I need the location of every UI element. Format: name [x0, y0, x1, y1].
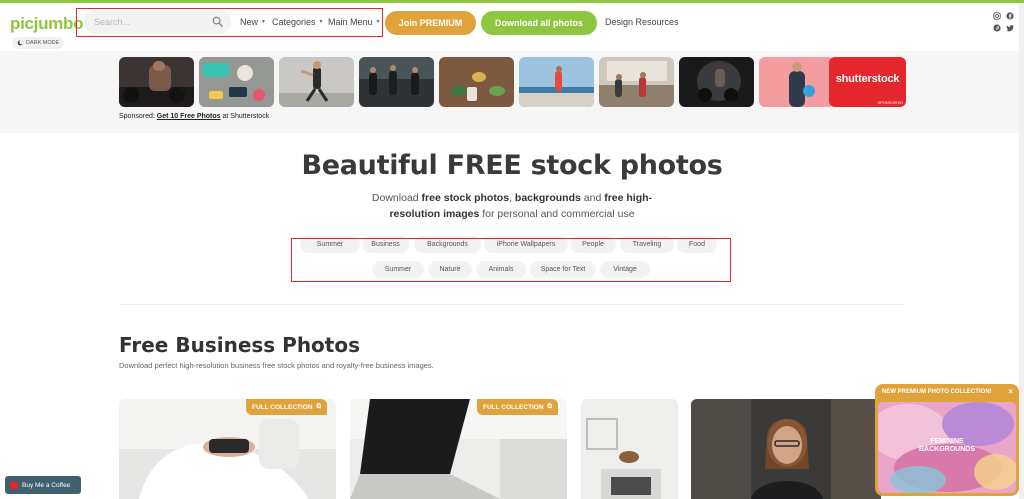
sponsored-thumb[interactable] — [439, 57, 514, 107]
section-subtitle: Download perfect high-resolution busines… — [119, 361, 434, 370]
section-divider — [119, 304, 905, 305]
tag-food[interactable]: Food — [677, 236, 717, 253]
nav-new-label: New — [240, 17, 259, 27]
caret-down-icon: ▼ — [375, 19, 381, 25]
tag-vintage[interactable]: Vintage — [600, 261, 650, 278]
sponsored-thumb[interactable] — [199, 57, 274, 107]
dark-mode-toggle[interactable]: DARK MODE — [12, 37, 65, 49]
pinterest-icon[interactable] — [993, 24, 1001, 32]
sponsored-prefix: Sponsored: — [119, 113, 155, 120]
shutterstock-logo: shutterstock — [835, 73, 900, 85]
search-input[interactable] — [94, 14, 204, 30]
full-collection-badge[interactable]: FULL COLLECTION ⧉ — [246, 399, 328, 415]
caret-down-icon: ▼ — [318, 19, 324, 25]
hero-sub-text: and — [580, 192, 605, 204]
sponsored-link[interactable]: Get 10 Free Photos — [157, 113, 221, 120]
nav-main-menu-label: Main Menu — [328, 17, 373, 27]
coffee-cup-icon — [10, 481, 18, 489]
hero-sub-emphasis: free stock photos — [421, 192, 510, 204]
badge-label: FULL COLLECTION — [483, 403, 544, 411]
search-icon[interactable] — [212, 16, 223, 27]
page-scrollbar[interactable] — [1019, 3, 1024, 499]
section-title: Free Business Photos — [119, 333, 360, 357]
shutterstock-ad[interactable]: shutterstock SPONSORED — [829, 57, 906, 107]
sponsored-suffix: at Shutterstock — [222, 113, 270, 120]
badge-label: FULL COLLECTION — [252, 403, 313, 411]
photo-card[interactable] — [691, 399, 881, 499]
design-resources-link[interactable]: Design Resources — [605, 17, 679, 27]
instagram-icon[interactable] — [993, 12, 1001, 20]
tag-animals[interactable]: Animals — [476, 261, 526, 278]
tag-summer[interactable]: Summer — [300, 236, 360, 253]
tag-traveling[interactable]: Traveling — [620, 236, 674, 253]
photo-card[interactable] — [581, 399, 678, 499]
nav-categories[interactable]: Categories ▼ — [272, 17, 323, 27]
nav-new[interactable]: New ▼ — [240, 17, 266, 27]
tag-backgrounds[interactable]: Backgrounds — [414, 236, 481, 253]
close-icon[interactable]: × — [1008, 387, 1013, 396]
hero-subtitle: Download free stock photos, backgrounds … — [362, 190, 662, 222]
moon-icon — [17, 40, 23, 46]
tag-nature[interactable]: Nature — [428, 261, 472, 278]
sponsored-thumb[interactable] — [119, 57, 194, 107]
nav-main-menu[interactable]: Main Menu ▼ — [328, 17, 380, 27]
facebook-icon[interactable] — [1006, 12, 1014, 20]
sponsored-thumb[interactable] — [519, 57, 594, 107]
tag-summer[interactable]: Summer — [372, 261, 424, 278]
coffee-label: Buy Me a Coffee — [22, 481, 71, 489]
sponsored-tag: SPONSORED — [877, 100, 903, 105]
hero-sub-text: for personal and commercial use — [479, 208, 635, 220]
external-link-icon: ⧉ — [547, 403, 553, 410]
caret-down-icon: ▼ — [261, 19, 266, 25]
hero-sub-text: Download — [371, 192, 422, 204]
full-collection-badge[interactable]: FULL COLLECTION ⧉ — [477, 399, 559, 415]
popup-art-text: FEMININE BACKGROUNDS — [919, 438, 975, 453]
hero-sub-emphasis: backgrounds — [514, 192, 581, 204]
popup-title: NEW PREMIUM PHOTO COLLECTION! — [882, 389, 992, 395]
tag-business[interactable]: Business — [362, 236, 409, 253]
sponsored-thumb[interactable] — [599, 57, 674, 107]
sponsored-thumb[interactable] — [759, 57, 834, 107]
search-box — [84, 10, 231, 34]
nav-categories-label: Categories — [272, 17, 316, 27]
page: picjumbo DARK MODE New▼ Categories▼ Main… — [0, 0, 1024, 499]
tag-iphone-wallpapers[interactable]: iPhone Wallpapers — [484, 236, 568, 253]
hero-title: Beautiful FREE stock photos — [301, 150, 723, 181]
join-premium-button[interactable]: Join PREMIUM — [385, 11, 476, 35]
site-logo[interactable]: picjumbo — [10, 14, 83, 34]
twitter-icon[interactable] — [1006, 24, 1014, 32]
tag-people[interactable]: People — [570, 236, 616, 253]
tag-space-for-text[interactable]: Space for Text — [530, 261, 596, 278]
premium-collection-popup[interactable]: NEW PREMIUM PHOTO COLLECTION! × FEMININE… — [875, 384, 1019, 496]
sponsored-thumb[interactable] — [359, 57, 434, 107]
download-all-button[interactable]: Download all photos — [481, 11, 597, 35]
sponsored-thumb[interactable] — [279, 57, 354, 107]
dark-mode-label: DARK MODE — [26, 40, 60, 46]
sponsored-text: Sponsored: Get 10 Free Photos at Shutter… — [119, 113, 269, 120]
external-link-icon: ⧉ — [316, 403, 322, 410]
buy-me-a-coffee-button[interactable]: Buy Me a Coffee — [5, 476, 81, 494]
sponsored-thumb[interactable] — [679, 57, 754, 107]
